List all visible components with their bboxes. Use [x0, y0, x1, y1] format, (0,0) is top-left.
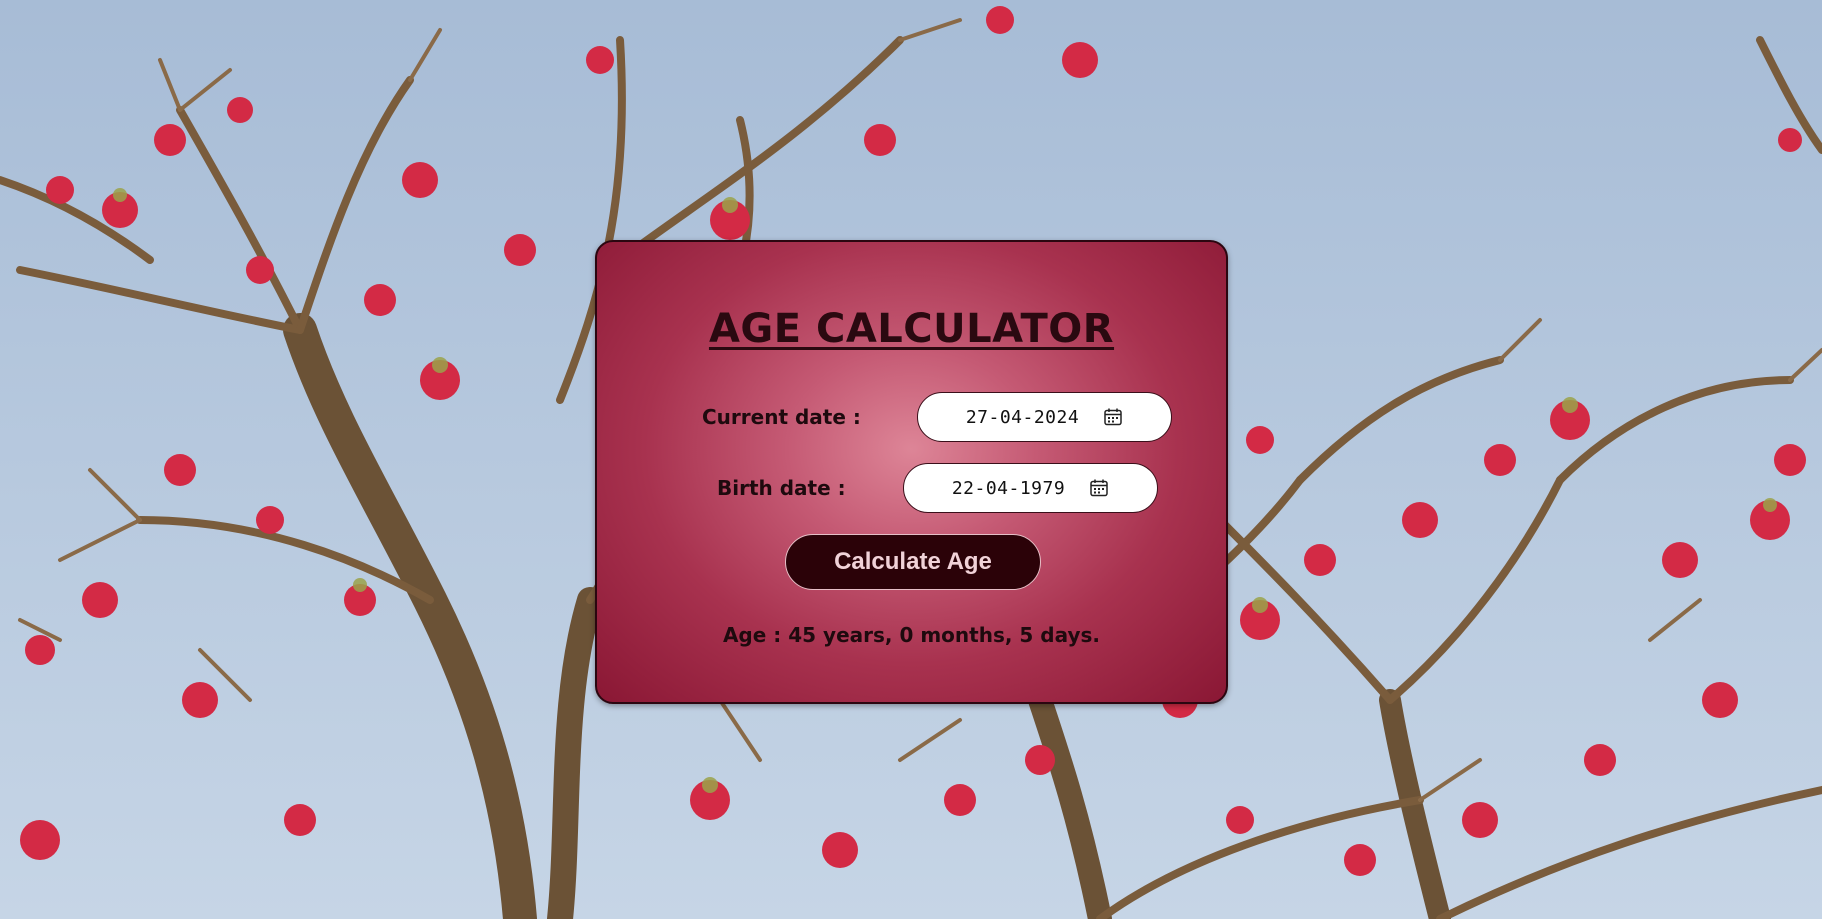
birth-date-label: Birth date :	[717, 476, 846, 500]
birth-date-row: Birth date : 22-04-1979	[717, 463, 1158, 513]
current-date-label: Current date :	[702, 405, 861, 429]
birth-date-input[interactable]: 22-04-1979	[903, 463, 1158, 513]
current-date-input[interactable]: 27-04-2024	[917, 392, 1172, 442]
calendar-icon[interactable]	[1103, 407, 1123, 427]
birth-date-value: 22-04-1979	[951, 477, 1066, 499]
page-title: AGE CALCULATOR	[708, 306, 1115, 352]
calculate-age-button[interactable]: Calculate Age	[785, 534, 1041, 590]
current-date-row: Current date : 27-04-2024	[702, 392, 1172, 442]
age-result-text: Age : 45 years, 0 months, 5 days.	[722, 623, 1101, 647]
age-calculator-card: AGE CALCULATOR Current date : 27-04-2024	[595, 240, 1228, 704]
current-date-value: 27-04-2024	[965, 406, 1080, 428]
calendar-icon[interactable]	[1089, 478, 1109, 498]
